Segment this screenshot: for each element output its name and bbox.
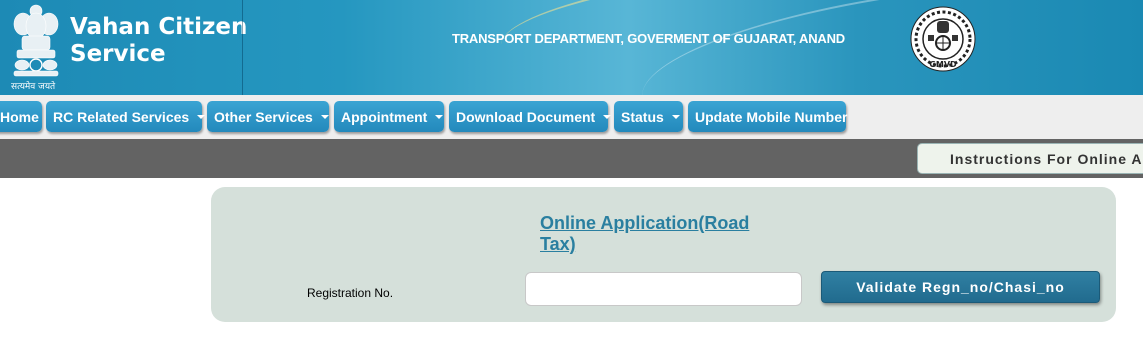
chevron-down-icon xyxy=(435,114,444,119)
form-title: Online Application(Road Tax) xyxy=(540,213,750,254)
nav-rc-related-services-label: RC Related Services xyxy=(53,108,190,125)
nav-appointment[interactable]: Appointment xyxy=(334,101,444,132)
nav-download-document-label: Download Document xyxy=(456,108,596,125)
chevron-down-icon xyxy=(197,114,206,119)
nav-rc-related-services[interactable]: RC Related Services xyxy=(46,101,206,132)
gmvd-logo-text: GMVD xyxy=(929,60,957,69)
emblem-tagline: सत्यमेव जयते xyxy=(11,82,56,92)
registration-label: Registration No. xyxy=(307,286,394,300)
registration-input[interactable] xyxy=(525,272,802,306)
brand-line-2: Service xyxy=(70,41,166,67)
nav-other-services[interactable]: Other Services xyxy=(207,101,329,132)
nav-update-mobile-number[interactable]: Update Mobile Number xyxy=(688,101,848,132)
nav-other-services-label: Other Services xyxy=(214,108,313,125)
main-nav: Home RC Related Services Other Services … xyxy=(0,95,1143,139)
header-divider xyxy=(242,0,243,95)
instructions-button[interactable]: Instructions For Online A xyxy=(917,143,1143,174)
site-header: सत्यमेव जयते Vahan Citizen Service TRANS… xyxy=(0,0,1143,95)
nav-home[interactable]: Home xyxy=(0,101,42,132)
validate-button[interactable]: Validate Regn_no/Chasi_no xyxy=(821,271,1100,303)
nav-status[interactable]: Status xyxy=(614,101,683,132)
nav-status-label: Status xyxy=(621,108,664,125)
nav-update-mobile-number-label: Update Mobile Number xyxy=(695,108,848,125)
chevron-down-icon xyxy=(671,114,680,119)
chevron-down-icon xyxy=(320,114,329,119)
nav-download-document[interactable]: Download Document xyxy=(449,101,612,132)
gmvd-logo-icon: GMVD xyxy=(910,6,976,72)
site-brand[interactable]: Vahan Citizen Service xyxy=(70,14,247,68)
brand-line-1: Vahan Citizen xyxy=(70,14,248,40)
national-emblem-icon xyxy=(13,4,59,77)
nav-home-label: Home xyxy=(0,108,39,125)
chevron-down-icon xyxy=(603,114,612,119)
nav-appointment-label: Appointment xyxy=(341,108,428,125)
department-title: TRANSPORT DEPARTMENT, GOVERMENT OF GUJAR… xyxy=(452,31,845,46)
